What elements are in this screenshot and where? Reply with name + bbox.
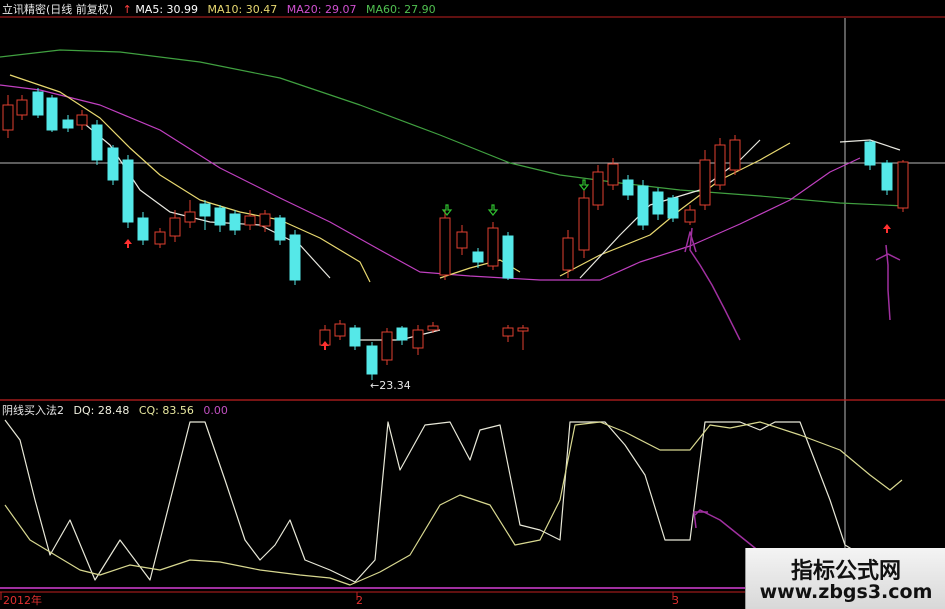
candle-body-2	[32, 91, 44, 116]
candle-body-43	[366, 345, 378, 375]
candle-body-44	[381, 331, 393, 361]
candle-body-47	[427, 325, 439, 331]
candle-body-42	[349, 327, 361, 347]
cq-value: CQ: 83.56	[138, 404, 194, 417]
candle-body-27	[592, 171, 604, 206]
candle-layer	[2, 88, 909, 380]
ma60-value: MA60: 27.90	[365, 3, 436, 16]
candle-body-45	[396, 327, 408, 341]
candle-body-18	[274, 217, 286, 241]
sell-arrow-down-icon-0	[441, 204, 453, 216]
candle-body-46	[412, 329, 424, 349]
low-price-label: ←23.34	[370, 379, 411, 392]
candle-body-10	[154, 231, 166, 245]
candle-body-38	[881, 162, 893, 191]
kline-chart[interactable]	[0, 0, 945, 609]
candle-body-48	[502, 327, 514, 337]
candle-body-33	[684, 209, 696, 223]
candle-body-3	[46, 97, 58, 131]
candle-body-8	[122, 159, 134, 223]
candle-body-0	[2, 104, 14, 131]
candle-body-7	[107, 147, 119, 181]
candle-body-21	[456, 231, 468, 249]
buy-arrow-up-icon-2	[883, 224, 891, 233]
grid-layer	[0, 16, 945, 609]
candle-body-25	[562, 237, 574, 271]
moving-average-layer	[0, 49, 906, 341]
candle-body-35	[714, 144, 726, 186]
candle-body-5	[76, 114, 88, 126]
candle-body-23	[487, 227, 499, 267]
ma20-value: MA20: 29.07	[286, 3, 357, 16]
candle-body-12	[184, 211, 196, 223]
x-axis-label-month-2: 2	[356, 594, 363, 607]
candle-body-1	[16, 99, 28, 116]
candle-body-49	[517, 327, 529, 332]
stock-title: 立讯精密(日线 前复权)	[2, 3, 114, 16]
candle-body-20	[439, 217, 451, 276]
x-axis-layer	[0, 592, 674, 600]
ma10-line	[9, 74, 371, 283]
annotation-layer	[684, 227, 901, 553]
candle-body-28	[607, 163, 619, 186]
candle-body-31	[652, 191, 664, 215]
dq-value: DQ: 28.48	[73, 404, 130, 417]
watermark-banner: 指标公式网 www.zbgs3.com	[745, 548, 945, 609]
annotation-stroke-2	[885, 244, 891, 321]
candle-body-14	[214, 207, 226, 226]
candle-body-41	[334, 323, 346, 337]
indicator-name: 阴线买入法2	[2, 404, 64, 417]
sell-arrow-down-icon-2	[578, 179, 590, 191]
candle-body-4	[62, 119, 74, 129]
candle-body-16	[244, 215, 256, 226]
stock-chart-window[interactable]: 立讯精密(日线 前复权) ↑ MA5: 30.99 MA10: 30.47 MA…	[0, 0, 945, 609]
candle-body-37	[864, 141, 876, 166]
candle-body-36	[729, 139, 741, 171]
candle-body-22	[472, 251, 484, 263]
candle-body-15	[229, 213, 241, 231]
indicator-header: 阴线买入法2 DQ: 28.48 CQ: 83.56 0.00	[2, 404, 234, 417]
watermark-url: www.zbgs3.com	[759, 581, 933, 603]
annotation-stroke-3	[694, 509, 761, 553]
extra-value: 0.00	[203, 404, 228, 417]
candle-body-32	[667, 197, 679, 219]
candle-body-26	[578, 197, 590, 251]
ma10-value: MA10: 30.47	[207, 3, 278, 16]
candle-body-29	[622, 179, 634, 196]
ma-arrow-icon: ↑	[122, 3, 132, 16]
sell-arrow-down-icon-1	[487, 204, 499, 216]
candle-body-30	[637, 185, 649, 226]
candle-body-34	[699, 159, 711, 206]
buy-arrow-up-icon-0	[124, 239, 132, 248]
x-axis-label-year: 2012年	[3, 594, 42, 607]
candle-body-19	[289, 234, 301, 281]
annotation-stroke-1	[689, 227, 741, 341]
candle-body-9	[137, 217, 149, 241]
candle-body-39	[897, 161, 909, 209]
candle-body-11	[169, 217, 181, 237]
ma5-value: MA5: 30.99	[135, 3, 199, 16]
candle-body-13	[199, 203, 211, 217]
candle-body-17	[259, 213, 271, 227]
candle-body-24	[502, 235, 514, 279]
candle-body-6	[91, 124, 103, 161]
main-chart-header: 立讯精密(日线 前复权) ↑ MA5: 30.99 MA10: 30.47 MA…	[2, 3, 442, 16]
x-axis-label-month-3: 3	[672, 594, 679, 607]
